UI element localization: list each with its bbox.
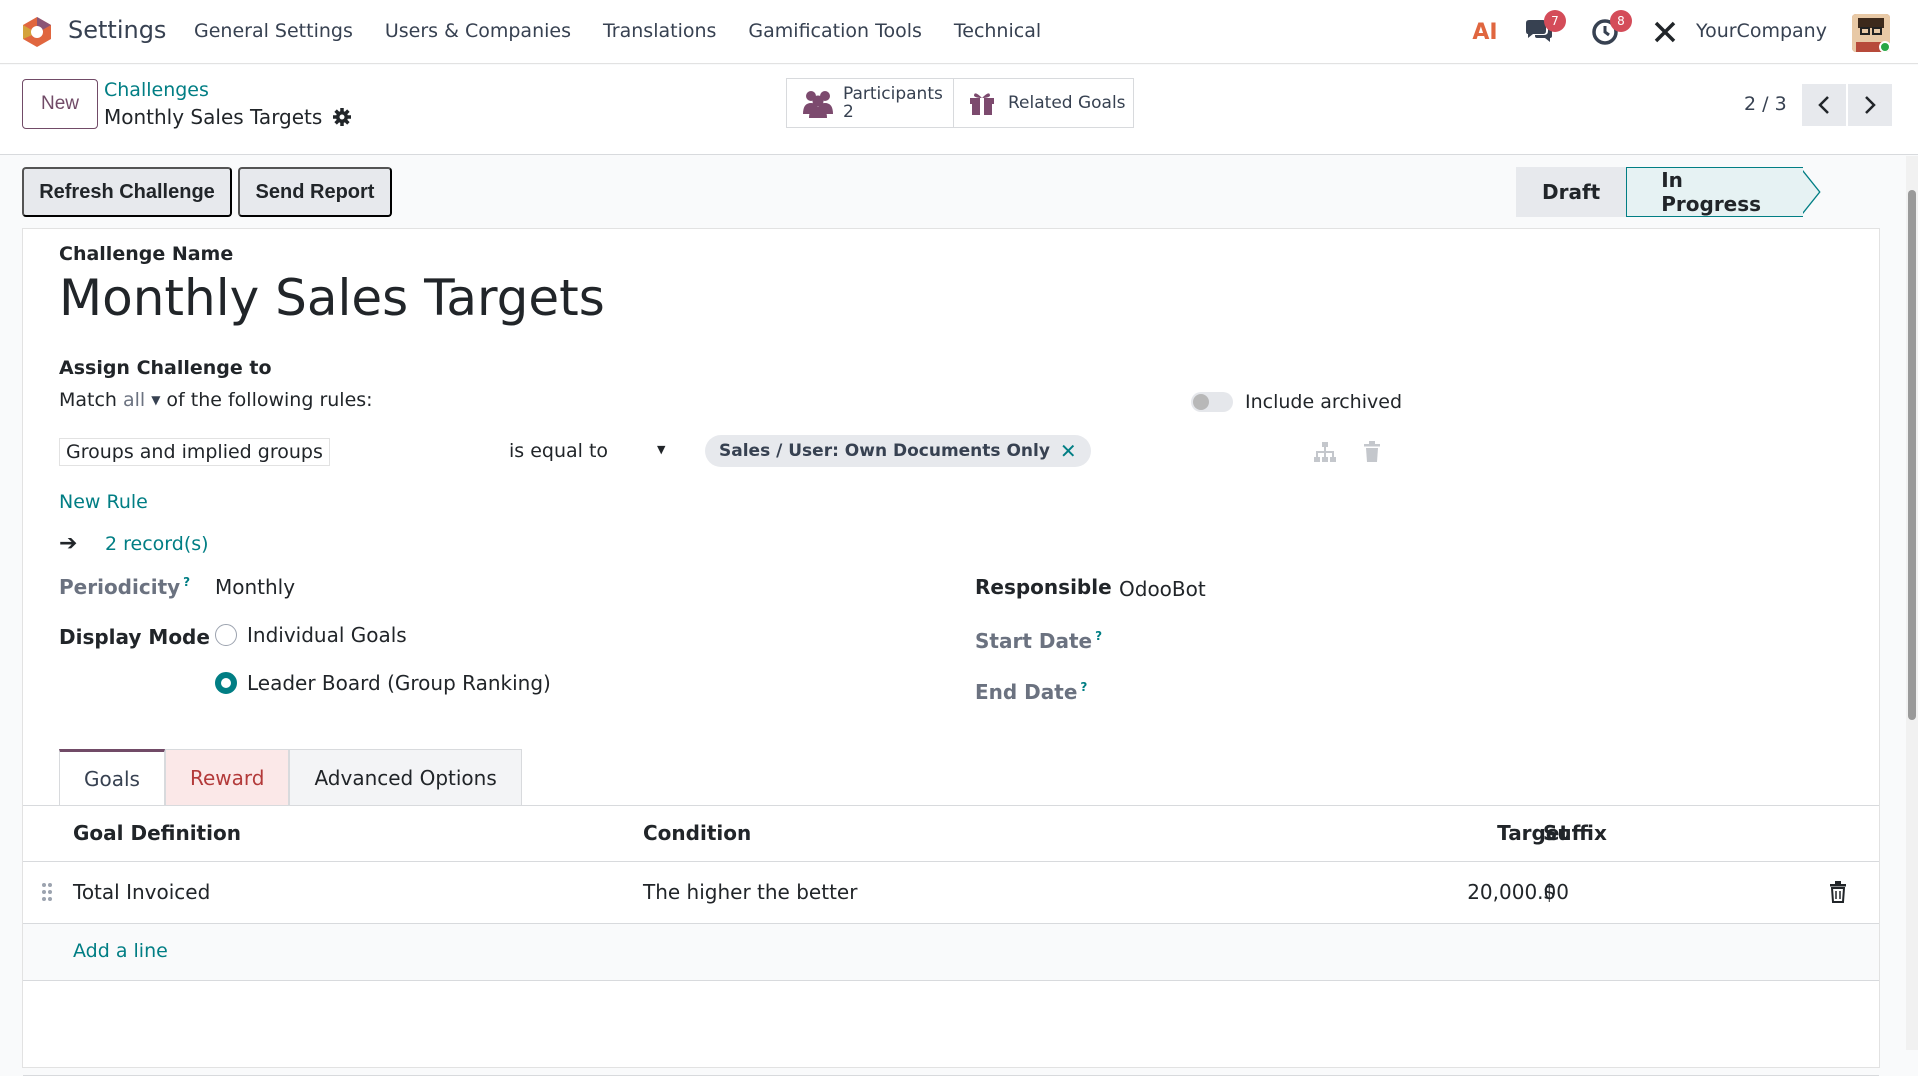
table-row[interactable]: Total Invoiced The higher the better 20,… bbox=[23, 862, 1879, 922]
col-goal-definition[interactable]: Goal Definition bbox=[73, 805, 241, 861]
display-mode-leaderboard[interactable]: Leader Board (Group Ranking) bbox=[215, 671, 551, 695]
display-mode-label: Display Mode bbox=[59, 625, 210, 649]
activity-icon[interactable]: 8 bbox=[1584, 10, 1632, 52]
remove-tag-icon[interactable]: ✕ bbox=[1060, 439, 1077, 463]
chat-icon[interactable]: 7 bbox=[1518, 10, 1566, 52]
end-date-help-icon[interactable]: ? bbox=[1080, 680, 1087, 694]
company-switcher[interactable]: YourCompany bbox=[1696, 20, 1827, 42]
participants-count: 2 bbox=[843, 102, 854, 122]
status-arrow bbox=[1802, 169, 1821, 215]
refresh-challenge-button[interactable]: Refresh Challenge bbox=[22, 167, 232, 217]
related-goals-smart-button[interactable]: Related Goals bbox=[954, 78, 1134, 128]
display-mode-individual[interactable]: Individual Goals bbox=[215, 623, 407, 647]
top-navbar: Settings General Settings Users & Compan… bbox=[0, 0, 1918, 64]
chat-badge: 7 bbox=[1544, 10, 1566, 32]
tools-icon[interactable] bbox=[1648, 12, 1682, 52]
menu-general-settings[interactable]: General Settings bbox=[194, 20, 353, 42]
records-link[interactable]: 2 record(s) bbox=[105, 533, 209, 555]
tab-advanced-options[interactable]: Advanced Options bbox=[289, 749, 522, 805]
match-suffix: of the following rules: bbox=[166, 389, 373, 411]
form-sheet: Challenge Name Monthly Sales Targets Ass… bbox=[22, 228, 1880, 1076]
users-icon bbox=[803, 91, 833, 118]
scrollbar-thumb[interactable] bbox=[1908, 190, 1916, 720]
online-status-dot bbox=[1879, 41, 1890, 52]
control-panel: New Challenges Monthly Sales Targets Par… bbox=[0, 65, 1918, 155]
match-prefix: Match bbox=[59, 389, 117, 411]
status-draft[interactable]: Draft bbox=[1516, 167, 1627, 217]
new-button[interactable]: New bbox=[22, 79, 98, 129]
operator-caret-icon[interactable]: ▼ bbox=[657, 443, 665, 456]
col-condition[interactable]: Condition bbox=[643, 805, 751, 861]
radio-leaderboard[interactable] bbox=[215, 672, 237, 694]
gear-icon[interactable] bbox=[332, 107, 352, 127]
menu-technical[interactable]: Technical bbox=[954, 20, 1041, 42]
activity-badge: 8 bbox=[1610, 10, 1632, 32]
notebook-tabs: Goals Reward Advanced Options bbox=[59, 749, 522, 805]
start-date-help-icon[interactable]: ? bbox=[1095, 629, 1102, 643]
chevron-right-icon bbox=[1865, 96, 1876, 114]
drag-handle-icon[interactable] bbox=[41, 882, 53, 902]
challenge-name-label: Challenge Name bbox=[59, 243, 234, 265]
periodicity-select[interactable]: Monthly bbox=[215, 575, 295, 599]
hierarchy-icon[interactable] bbox=[1313, 441, 1337, 463]
rule-field-select[interactable]: Groups and implied groups bbox=[59, 438, 330, 466]
menu-users-companies[interactable]: Users & Companies bbox=[385, 20, 571, 42]
col-suffix[interactable]: Suffix bbox=[1543, 805, 1607, 861]
include-archived-toggle[interactable]: Include archived bbox=[1191, 391, 1402, 413]
challenge-name-input[interactable]: Monthly Sales Targets bbox=[59, 269, 605, 327]
user-avatar[interactable] bbox=[1852, 14, 1890, 52]
rule-value-tag: Sales / User: Own Documents Only ✕ bbox=[705, 435, 1091, 467]
record-title: Monthly Sales Targets bbox=[104, 105, 352, 129]
responsible-input[interactable]: OdooBot bbox=[1119, 577, 1206, 601]
participants-smart-button[interactable]: Participants 2 bbox=[786, 78, 954, 128]
app-logo-icon[interactable] bbox=[20, 15, 54, 49]
tab-reward[interactable]: Reward bbox=[164, 749, 290, 805]
page-scrollbar[interactable] bbox=[1906, 156, 1918, 1050]
record-title-text: Monthly Sales Targets bbox=[104, 105, 323, 129]
add-line-row: Add a line bbox=[23, 924, 1879, 980]
toggle-switch[interactable] bbox=[1191, 392, 1233, 412]
pager-previous-button[interactable] bbox=[1802, 84, 1846, 126]
participants-label: Participants bbox=[843, 84, 943, 104]
status-in-progress[interactable]: In Progress bbox=[1626, 167, 1804, 217]
rule-value-text: Sales / User: Own Documents Only bbox=[719, 441, 1050, 461]
match-select[interactable]: all bbox=[123, 389, 145, 411]
responsible-label: Responsible bbox=[975, 575, 1112, 599]
pager-value[interactable]: 2 / 3 bbox=[1744, 93, 1787, 115]
ai-icon[interactable]: AI bbox=[1468, 12, 1502, 52]
menu-translations[interactable]: Translations bbox=[603, 20, 716, 42]
caret-down-icon[interactable]: ▼ bbox=[151, 393, 160, 407]
periodicity-label: Periodicity? bbox=[59, 575, 191, 599]
cell-suffix[interactable]: $ bbox=[1543, 862, 1556, 922]
send-report-button[interactable]: Send Report bbox=[238, 167, 392, 217]
gift-icon bbox=[970, 93, 994, 115]
menu-gamification-tools[interactable]: Gamification Tools bbox=[748, 20, 921, 42]
add-line-link[interactable]: Add a line bbox=[73, 940, 168, 962]
assign-challenge-label: Assign Challenge to bbox=[59, 357, 272, 379]
app-name[interactable]: Settings bbox=[68, 16, 166, 44]
row-trash-icon[interactable] bbox=[1829, 881, 1847, 903]
related-goals-label: Related Goals bbox=[1008, 93, 1126, 113]
periodicity-help-icon[interactable]: ? bbox=[183, 575, 190, 589]
cell-goal-definition[interactable]: Total Invoiced bbox=[73, 862, 210, 922]
breadcrumb-challenges[interactable]: Challenges bbox=[104, 79, 209, 101]
end-date-label: End Date? bbox=[975, 680, 1088, 704]
start-date-label: Start Date? bbox=[975, 629, 1103, 653]
match-rules-line: Match all ▼ of the following rules: bbox=[59, 389, 373, 411]
status-bar: Draft In Progress Done bbox=[1516, 167, 1918, 217]
arrow-right-icon: ➔ bbox=[59, 531, 78, 556]
display-mode-leaderboard-label: Leader Board (Group Ranking) bbox=[247, 671, 551, 695]
cell-condition[interactable]: The higher the better bbox=[643, 862, 857, 922]
rule-operator-select[interactable]: is equal to bbox=[509, 440, 608, 462]
pager-next-button[interactable] bbox=[1848, 84, 1892, 126]
main-menu: General Settings Users & Companies Trans… bbox=[194, 20, 1073, 42]
rule-trash-icon[interactable] bbox=[1363, 441, 1381, 463]
include-archived-label: Include archived bbox=[1245, 391, 1403, 413]
new-rule-link[interactable]: New Rule bbox=[59, 491, 148, 513]
chevron-left-icon bbox=[1818, 96, 1829, 114]
display-mode-individual-label: Individual Goals bbox=[247, 623, 407, 647]
radio-individual[interactable] bbox=[215, 624, 237, 646]
tab-goals[interactable]: Goals bbox=[59, 749, 165, 805]
